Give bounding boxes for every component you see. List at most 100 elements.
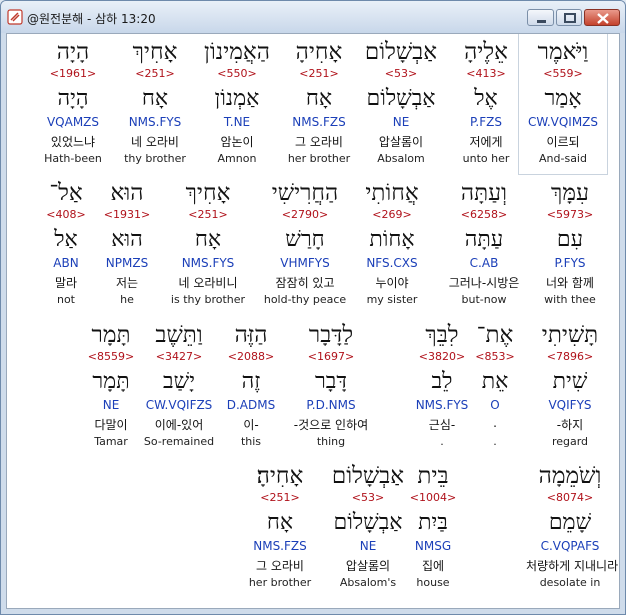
lexical-form: אַבְשָׁלוֹם <box>333 510 403 535</box>
maximize-button[interactable] <box>556 9 582 26</box>
hebrew-word: אֵלֶיהָ <box>464 39 508 65</box>
strong-number: <251> <box>188 208 228 221</box>
korean-gloss: 잠잠히 있고 <box>275 276 335 290</box>
morphology-code: NMS.FYS <box>181 256 235 270</box>
morphology-code: VHMFYS <box>280 256 330 270</box>
english-gloss: unto her <box>462 152 510 165</box>
word-cell[interactable]: אַל־ <408> אַל ABN 말라 not <box>22 175 110 315</box>
lexical-form: אָח <box>141 86 169 111</box>
word-cell[interactable]: הָיָה <1961> הָיָה VQAMZS 있었느냐 Hath-been <box>29 34 117 174</box>
hebrew-word: אָחִיהָ <box>295 39 343 65</box>
morphology-code: P.FZS <box>470 115 502 129</box>
morphology-code: NMS.FZS <box>253 539 307 553</box>
morphology-code: NMS.FZS <box>292 115 346 129</box>
hebrew-word: וְעַתָּה <box>460 180 508 206</box>
strong-number: <53> <box>351 491 385 504</box>
strong-number: <2790> <box>281 208 329 221</box>
korean-gloss: -것으로 인하여 <box>293 418 369 432</box>
morphology-code: P.D.NMS <box>306 398 356 412</box>
word-cell[interactable]: אָחִיהָ׃ <251> אָח NMS.FZS 그 오라비 her brother <box>236 458 324 598</box>
korean-gloss: 다말이 <box>94 418 128 432</box>
korean-gloss: 근심- <box>428 418 456 432</box>
morphology-code: NMS.FYS <box>128 115 182 129</box>
morphology-code: VQAMZS <box>46 115 100 129</box>
title-bar[interactable]: @원전분해 - 삼하 13:20 <box>1 1 625 33</box>
strong-number: <413> <box>466 67 506 80</box>
word-cell[interactable]: תָּשִׁיתִי <7896> שִׁית VQIFYS -하지 regard <box>526 317 614 457</box>
word-cell[interactable]: אֵלֶיהָ <413> אֶל P.FZS 저에게 unto her <box>442 34 530 174</box>
lexical-form: חָרַשׁ <box>285 227 325 252</box>
minimize-button[interactable] <box>527 9 554 26</box>
korean-gloss: 누이야 <box>375 276 409 290</box>
word-cell[interactable]: הַאֲמִינוֹן <550> אַמְנוֹן T.NE 암논이 Amnon <box>193 34 281 174</box>
english-gloss: Absalom <box>377 152 425 165</box>
english-gloss: regard <box>551 435 589 448</box>
english-gloss: hold-thy peace <box>263 293 347 306</box>
hebrew-word: אַבְשָׁלוֹם <box>364 39 438 65</box>
word-cell[interactable]: אָחִיךְ <251> אָח NMS.FYS 네 오라비니 is thy broth… <box>164 175 252 315</box>
morphology-code: C.AB <box>469 256 499 270</box>
strong-number: <1697> <box>307 350 355 363</box>
word-cell[interactable]: לַדָּבָר <1697> דָּבָר P.D.NMS -것으로 인하여 thing <box>287 317 375 457</box>
hebrew-word: אַל־ <box>49 180 83 206</box>
english-gloss: with thee <box>544 293 596 306</box>
word-cell[interactable]: לִבֵּךְ <3820> לֵב NMS.FYS 근심-. <box>398 317 486 457</box>
lexical-form: תָּמָר <box>92 369 130 394</box>
close-button[interactable] <box>584 9 620 26</box>
word-cell[interactable]: אָחִיהָ <251> אָח NMS.FZS 그 오라비 her brother <box>275 34 363 174</box>
word-cell[interactable]: הַחֲרִישִׁי <2790> חָרַשׁ VHMFYS 잠잠히 있고 hold-… <box>261 175 349 315</box>
lexical-form: אָח <box>305 86 333 111</box>
word-cell[interactable]: תָּמָר <8559> תָּמָר NE 다말이 Tamar <box>67 317 155 457</box>
korean-gloss: 이르되 <box>546 135 580 149</box>
english-gloss: . <box>440 435 444 448</box>
lexical-form: לֵב <box>431 369 453 394</box>
english-gloss: is thy brother <box>170 293 246 306</box>
close-icon <box>597 13 609 24</box>
morphology-code: NE <box>102 398 120 412</box>
hebrew-word: אַבְשָׁלוֹם <box>331 463 405 489</box>
word-cell[interactable]: אָחִיךְ <251> אָח NMS.FYS 네 오라비 thy brother <box>111 34 199 174</box>
morphology-code: T.NE <box>223 115 251 129</box>
morphology-code: P.FYS <box>554 256 586 270</box>
hebrew-word: עִמָּךְ <box>551 180 589 206</box>
word-cell[interactable]: וַיֹּאמֶר <559> אָמַר CW.VQIMZS 이르되 And-said <box>518 34 608 175</box>
word-cell[interactable]: אֲחוֹתִי <269> אָחוֹת NFS.CXS 누이야 my sister <box>348 175 436 315</box>
interlinear-text-area[interactable]: וַיֹּאמֶר <559> אָמַר CW.VQIMZS 이르되 And-said א… <box>6 33 620 609</box>
strong-number: <269> <box>372 208 412 221</box>
strong-number: <7896> <box>546 350 594 363</box>
english-gloss: And-said <box>539 152 587 165</box>
strong-number: <550> <box>217 67 257 80</box>
hebrew-word: אָחִיךְ <box>185 180 231 206</box>
english-gloss: Absalom's <box>339 576 397 589</box>
korean-gloss: 있었느냐 <box>50 135 96 149</box>
korean-gloss: 처량하게 지내니라 <box>526 559 619 573</box>
hebrew-word: לַדָּבָר <box>308 322 354 348</box>
word-cell[interactable]: אַבְשָׁלוֹם <53> אַבְשָׁלוֹם NE 압살롬의 Absalom'… <box>324 458 412 598</box>
korean-gloss: 그 오라비 <box>256 559 304 573</box>
lexical-form: שִׁית <box>552 369 588 394</box>
english-gloss: not <box>56 293 75 306</box>
morphology-code: C.VQPAFS <box>540 539 600 553</box>
word-cell[interactable]: וְעַתָּה <6258> עַתָּה C.AB 그러나-시방은 but-now <box>440 175 528 315</box>
lexical-form: אָמַר <box>544 86 582 111</box>
korean-gloss: 암논이 <box>220 135 254 149</box>
strong-number: <1961> <box>49 67 97 80</box>
app-icon <box>7 9 23 25</box>
morphology-code: NE <box>392 115 410 129</box>
strong-number: <251> <box>299 67 339 80</box>
word-cell[interactable]: וְשֹׁמֵמָה <8074> שָׁמֵם C.VQPAFS 처량하게 지내니라 d… <box>526 458 619 598</box>
english-gloss: Amnon <box>217 152 257 165</box>
lexical-form: אָחוֹת <box>369 227 415 252</box>
lexical-form: שָׁמֵם <box>548 510 592 535</box>
english-gloss: but-now <box>461 293 507 306</box>
word-cell[interactable]: אַבְשָׁלוֹם <53> אַבְשָׁלוֹם NE 압살롬이 Absalom <box>357 34 445 174</box>
hebrew-word: תָּשִׁיתִי <box>541 322 599 348</box>
hebrew-word: הַחֲרִישִׁי <box>271 180 339 206</box>
strong-number: <8074> <box>546 491 594 504</box>
lexical-form: אָח <box>194 227 222 252</box>
word-cell[interactable]: עִמָּךְ <5973> עִם P.FYS 너와 함께 with thee <box>526 175 614 315</box>
morphology-code: NFS.CXS <box>366 256 418 270</box>
strong-number: <5973> <box>546 208 594 221</box>
strong-number: <251> <box>135 67 175 80</box>
korean-gloss: 압살롬의 <box>345 559 391 573</box>
